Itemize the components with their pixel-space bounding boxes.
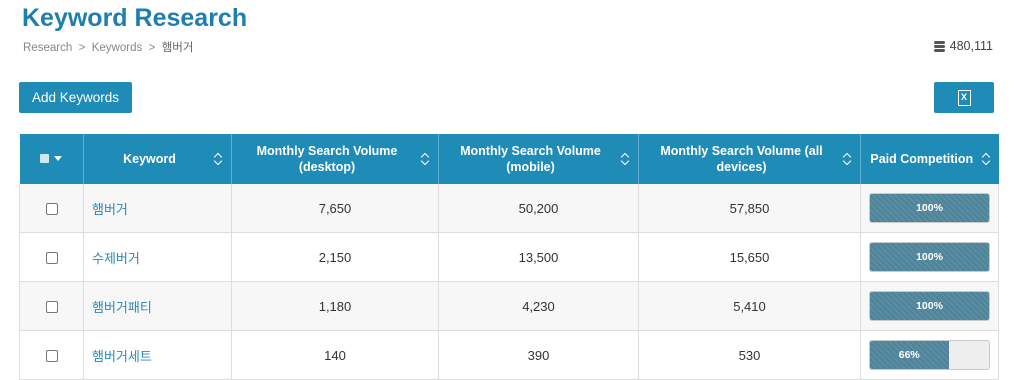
desktop-volume-cell: 1,180 — [231, 281, 439, 331]
breadcrumb-item-research[interactable]: Research — [23, 42, 72, 54]
caret-down-icon — [54, 156, 63, 161]
breadcrumb-item-current: 햄버거 — [161, 42, 194, 54]
competition-bar: 100% — [869, 193, 990, 223]
all-devices-volume-cell: 530 — [638, 330, 861, 380]
all-devices-volume-cell: 15,650 — [638, 232, 861, 282]
keyword-link[interactable]: 햄버거패티 — [83, 281, 232, 331]
excel-file-icon: X — [957, 89, 971, 106]
table-row: 햄버거패티 1,180 4,230 5,410 100% — [19, 281, 999, 331]
competition-bar: 100% — [869, 291, 990, 321]
desktop-volume-cell: 7,650 — [231, 184, 439, 233]
table-header-row: Keyword Monthly Search Volume (desktop) … — [19, 134, 999, 184]
desktop-volume-cell: 2,150 — [231, 232, 439, 282]
breadcrumb: Research > Keywords > 햄버거 — [23, 39, 193, 55]
mobile-volume-cell: 50,200 — [438, 184, 639, 233]
keyword-link[interactable]: 햄버거 — [83, 184, 232, 233]
select-all-checkbox-icon — [40, 154, 50, 163]
desktop-volume-cell: 140 — [231, 330, 439, 380]
credits-value: 480,111 — [949, 39, 993, 53]
competition-cell: 100% — [860, 232, 999, 282]
competition-label: 100% — [916, 300, 943, 312]
column-header-desktop-volume[interactable]: Monthly Search Volume (desktop) — [231, 134, 439, 184]
column-header-mobile-volume[interactable]: Monthly Search Volume (mobile) — [438, 134, 639, 184]
breadcrumb-separator: > — [142, 42, 162, 54]
row-checkbox[interactable] — [45, 301, 58, 314]
credits-balance: 480,111 — [933, 39, 993, 53]
keyword-link[interactable]: 수제버거 — [83, 232, 232, 282]
sort-icon — [843, 152, 852, 166]
breadcrumb-separator: > — [72, 42, 92, 54]
competition-bar: 100% — [869, 242, 990, 272]
competition-cell: 66% — [860, 330, 999, 380]
mobile-volume-cell: 390 — [438, 330, 639, 380]
row-checkbox[interactable] — [45, 350, 58, 363]
all-devices-volume-cell: 57,850 — [638, 184, 861, 233]
competition-label: 66% — [898, 349, 920, 361]
sort-icon — [982, 152, 991, 166]
export-excel-button[interactable]: X — [934, 82, 994, 113]
table-row: 햄버거세트 140 390 530 66% — [19, 330, 999, 380]
table-row: 햄버거 7,650 50,200 57,850 100% — [19, 184, 999, 233]
add-keywords-button[interactable]: Add Keywords — [19, 82, 132, 113]
row-checkbox[interactable] — [45, 203, 58, 216]
select-all-dropdown[interactable] — [19, 134, 84, 184]
sort-icon — [214, 152, 223, 166]
page-title: Keyword Research — [22, 4, 248, 32]
column-header-keyword[interactable]: Keyword — [83, 134, 232, 184]
sort-icon — [621, 152, 630, 166]
mobile-volume-cell: 4,230 — [438, 281, 639, 331]
row-checkbox[interactable] — [45, 252, 58, 265]
table-row: 수제버거 2,150 13,500 15,650 100% — [19, 232, 999, 282]
competition-label: 100% — [916, 202, 943, 214]
competition-label: 100% — [916, 251, 943, 263]
competition-cell: 100% — [860, 184, 999, 233]
coins-icon — [933, 40, 946, 52]
column-header-paid-competition[interactable]: Paid Competition — [860, 134, 999, 184]
keywords-table: Keyword Monthly Search Volume (desktop) … — [19, 134, 999, 380]
competition-bar: 66% — [869, 340, 990, 370]
sort-icon — [421, 152, 430, 166]
all-devices-volume-cell: 5,410 — [638, 281, 861, 331]
column-header-all-devices-volume[interactable]: Monthly Search Volume (all devices) — [638, 134, 861, 184]
competition-cell: 100% — [860, 281, 999, 331]
breadcrumb-item-keywords[interactable]: Keywords — [92, 42, 143, 54]
keyword-link[interactable]: 햄버거세트 — [83, 330, 232, 380]
mobile-volume-cell: 13,500 — [438, 232, 639, 282]
